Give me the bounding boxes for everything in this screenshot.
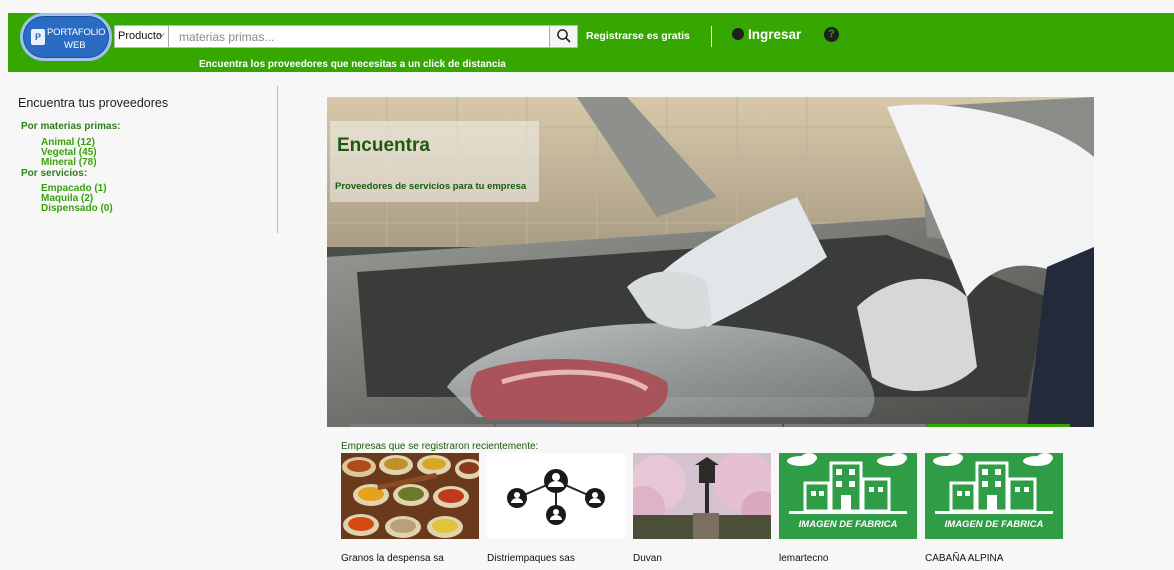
blossom-image <box>633 453 771 539</box>
portafolio-logo[interactable]: P PORTAFOLIO WEB <box>20 13 112 61</box>
spices-image <box>341 453 479 539</box>
factory-image-caption: IMAGEN DE FABRICA <box>945 519 1044 530</box>
search-button[interactable] <box>549 26 577 47</box>
register-link[interactable]: Registrarse es gratis <box>586 30 690 42</box>
carousel-indicator-5[interactable] <box>927 424 1070 427</box>
login-link[interactable]: Ingresar <box>732 27 801 42</box>
factory-image-caption: IMAGEN DE FABRICA <box>799 519 898 530</box>
hero-carousel[interactable]: Encuentra Proveedores de servicios para … <box>327 97 1094 427</box>
logo-text-line1: PORTAFOLIO <box>47 27 106 38</box>
network-image <box>487 453 625 539</box>
chevron-down-icon: ⌵ <box>157 29 165 40</box>
sidebar-divider <box>277 86 278 233</box>
company-name-5[interactable]: CABAÑA ALPINA <box>925 553 1003 564</box>
company-card-image[interactable] <box>633 453 771 539</box>
hero-subtitle: Proveedores de servicios para tu empresa <box>335 181 527 192</box>
search-bar: Producto ⌵ <box>114 25 578 48</box>
company-name-4[interactable]: lemartecno <box>779 553 828 564</box>
sidebar-item-dispensado[interactable]: Dispensado (0) <box>41 204 278 214</box>
search-category-value: Producto <box>118 30 163 42</box>
company-name-1[interactable]: Granos la despensa sa <box>341 553 444 564</box>
search-input[interactable] <box>175 26 543 47</box>
company-card-image[interactable] <box>341 453 479 539</box>
sidebar-item-mineral[interactable]: Mineral (78) <box>41 158 278 168</box>
sidebar-heading-services: Por servicios: <box>21 168 88 179</box>
sidebar: Encuentra tus proveedores Por materias p… <box>18 96 278 214</box>
header-tagline: Encuentra los proveedores que necesitas … <box>199 59 506 70</box>
factory-image: IMAGEN DE FABRICA <box>925 453 1063 539</box>
carousel-indicator-1[interactable] <box>351 424 494 427</box>
sidebar-title: Encuentra tus proveedores <box>18 96 169 110</box>
company-card-image[interactable] <box>487 453 625 539</box>
user-icon <box>732 28 744 40</box>
recent-companies-label: Empresas que se registraron recientement… <box>341 441 539 452</box>
login-label: Ingresar <box>748 27 802 42</box>
hero-title: Encuentra <box>337 135 430 156</box>
header-divider <box>711 26 712 47</box>
company-name-3[interactable]: Duvan <box>633 553 662 564</box>
search-icon <box>557 29 571 43</box>
logo-mark-icon: P <box>31 29 45 45</box>
factory-image: IMAGEN DE FABRICA <box>779 453 917 539</box>
top-header: P PORTAFOLIO WEB Producto ⌵ Registrarse … <box>8 13 1174 72</box>
logo-text-line2: WEB <box>64 40 86 51</box>
sidebar-heading-raw-materials: Por materias primas: <box>21 121 121 132</box>
company-card-image[interactable]: IMAGEN DE FABRICA <box>779 453 917 539</box>
carousel-indicators <box>327 424 1094 427</box>
carousel-indicator-4[interactable] <box>784 424 926 427</box>
search-category-select[interactable]: Producto ⌵ <box>115 26 169 47</box>
company-card-image[interactable]: IMAGEN DE FABRICA <box>925 453 1063 539</box>
help-icon[interactable]: ? <box>824 27 839 42</box>
company-name-2[interactable]: Distriempaques sas <box>487 553 575 564</box>
carousel-indicator-3[interactable] <box>639 424 782 427</box>
carousel-indicator-2[interactable] <box>496 424 637 427</box>
